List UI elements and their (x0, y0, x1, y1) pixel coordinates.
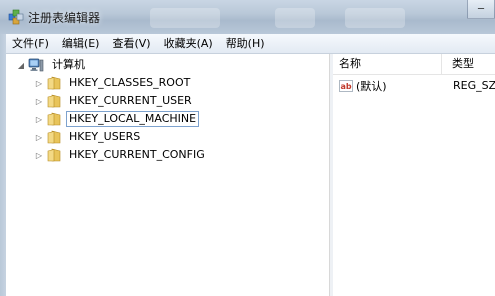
folder-icon (47, 94, 61, 108)
string-value-icon: ab (339, 80, 353, 92)
svg-text:ab: ab (341, 82, 352, 91)
expand-arrow-icon[interactable]: ▷ (34, 132, 44, 142)
titlebar-glass-highlight (275, 8, 315, 28)
folder-icon (47, 76, 61, 90)
value-name: (默认) (356, 80, 387, 93)
folder-icon (47, 130, 61, 144)
menu-file[interactable]: 文件(F) (6, 34, 56, 53)
folder-icon (47, 112, 61, 126)
column-header-type[interactable]: 类型 (446, 54, 495, 74)
key-tree-pane[interactable]: ◢ 计算机 ▷ HKEY_CLASSES_ROOT ▷ HKEY_CURRENT… (6, 54, 330, 296)
value-row[interactable]: ab (默认) REG_SZ (333, 77, 495, 95)
tree-node-label: 计算机 (52, 58, 85, 71)
value-list-pane[interactable]: 名称 类型 ab (默认) REG_SZ (333, 54, 495, 296)
tree-node-hkey-classes-root[interactable]: ▷ HKEY_CLASSES_ROOT (34, 74, 193, 92)
tree-node-label: HKEY_LOCAL_MACHINE (66, 111, 200, 127)
expand-arrow-icon[interactable]: ▷ (34, 150, 44, 160)
computer-icon (28, 58, 44, 72)
tree-node-computer[interactable]: ◢ 计算机 (16, 56, 88, 74)
minimize-button[interactable]: ─ (467, 0, 495, 19)
caption-buttons: ─ (467, 0, 495, 22)
tree-node-hkey-current-config[interactable]: ▷ HKEY_CURRENT_CONFIG (34, 146, 208, 164)
list-header: 名称 类型 (333, 54, 495, 75)
collapse-arrow-icon[interactable]: ◢ (16, 60, 26, 70)
folder-icon (47, 148, 61, 162)
registry-editor-app-icon (8, 9, 24, 25)
tree-node-label: HKEY_CLASSES_ROOT (69, 76, 191, 89)
column-header-name[interactable]: 名称 (333, 54, 439, 74)
titlebar-glass-highlight (150, 8, 220, 28)
minimize-icon: ─ (477, 3, 485, 15)
tree-node-label: HKEY_USERS (69, 130, 141, 143)
expand-arrow-icon[interactable]: ▷ (34, 114, 44, 124)
tree-node-hkey-current-user[interactable]: ▷ HKEY_CURRENT_USER (34, 92, 195, 110)
title-bar[interactable]: 注册表编辑器 ─ (0, 0, 495, 34)
registry-editor-window: 注册表编辑器 ─ 文件(F) 编辑(E) 查看(V) 收藏夹(A) 帮助(H) … (0, 0, 495, 296)
menu-favorites[interactable]: 收藏夹(A) (158, 34, 220, 53)
menu-view[interactable]: 查看(V) (106, 34, 157, 53)
menu-help[interactable]: 帮助(H) (220, 34, 272, 53)
value-name-cell: ab (默认) (339, 77, 387, 95)
window-title: 注册表编辑器 (28, 11, 101, 25)
tree-node-hkey-users[interactable]: ▷ HKEY_USERS (34, 128, 143, 146)
tree-node-hkey-local-machine[interactable]: ▷ HKEY_LOCAL_MACHINE (34, 110, 200, 128)
tree-node-label: HKEY_CURRENT_USER (69, 94, 192, 107)
titlebar-glass-highlight (345, 8, 405, 28)
menu-edit[interactable]: 编辑(E) (56, 34, 107, 53)
value-type: REG_SZ (453, 79, 495, 92)
expand-arrow-icon[interactable]: ▷ (34, 96, 44, 106)
menu-bar: 文件(F) 编辑(E) 查看(V) 收藏夹(A) 帮助(H) (6, 34, 495, 54)
column-divider[interactable] (441, 54, 442, 74)
tree-node-label: HKEY_CURRENT_CONFIG (69, 148, 205, 161)
expand-arrow-icon[interactable]: ▷ (34, 78, 44, 88)
